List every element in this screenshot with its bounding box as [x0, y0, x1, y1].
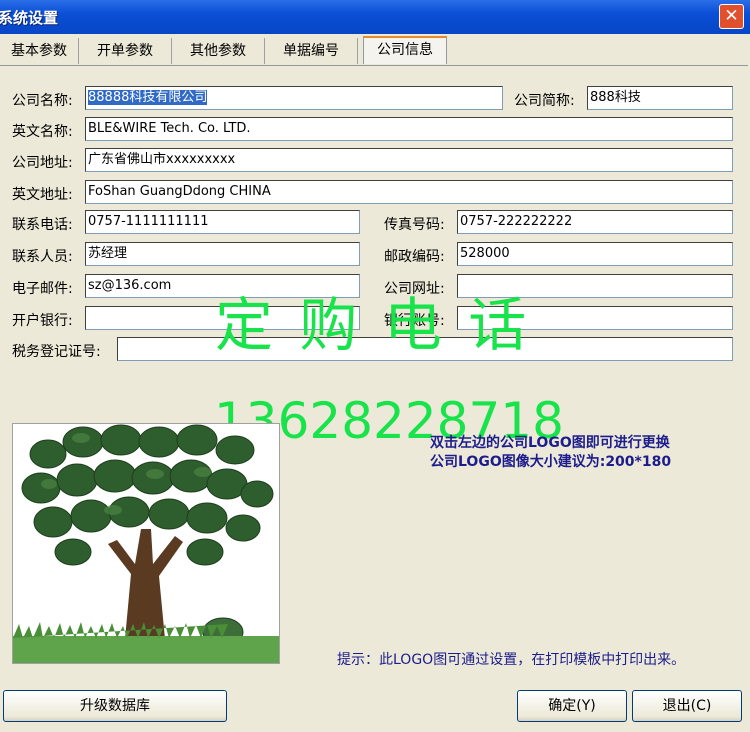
- close-button[interactable]: ✕: [719, 4, 744, 29]
- english-address-field[interactable]: FoShan GuangDdong CHINA: [85, 180, 733, 204]
- fax-label: 传真号码:: [384, 217, 445, 233]
- fax-field[interactable]: 0757-222222222: [457, 210, 733, 234]
- company-name-field[interactable]: 88888科技有限公司: [85, 86, 503, 110]
- postcode-label: 邮政编码:: [384, 249, 445, 265]
- tab-strip: 基本参数 开单参数 其他参数 单据编号 公司信息: [0, 36, 750, 66]
- tab-company-info[interactable]: 公司信息: [363, 36, 447, 64]
- email-label: 电子邮件:: [12, 281, 73, 297]
- postcode-field[interactable]: 528000: [457, 242, 733, 266]
- tab-basic-params[interactable]: 基本参数: [0, 38, 79, 64]
- company-address-field[interactable]: 广东省佛山市xxxxxxxxx: [85, 148, 733, 172]
- logo-print-tip: 提示：此LOGO图可通过设置，在打印模板中打印出来。: [337, 652, 686, 668]
- watermark-title: 定 购 电 话: [215, 291, 531, 359]
- company-abbr-field[interactable]: 888科技: [587, 86, 733, 110]
- ok-button[interactable]: 确定(Y): [517, 690, 627, 722]
- company-name-value: 88888科技有限公司: [88, 90, 208, 105]
- english-address-label: 英文地址:: [12, 187, 73, 203]
- logo-hint-line1: 双击左边的公司LOGO图即可进行更换: [430, 435, 670, 451]
- english-name-field[interactable]: BLE&WIRE Tech. Co. LTD.: [85, 117, 733, 141]
- tab-other-params[interactable]: 其他参数: [172, 38, 265, 64]
- company-name-label: 公司名称:: [12, 93, 73, 109]
- english-name-label: 英文名称:: [12, 124, 73, 140]
- tree-logo-icon: [13, 424, 279, 663]
- phone-field[interactable]: 0757-1111111111: [85, 210, 360, 234]
- contact-field[interactable]: 苏经理: [85, 242, 360, 266]
- company-abbr-label: 公司简称:: [514, 93, 575, 109]
- logo-hint-line2: 公司LOGO图像大小建议为:200*180: [430, 454, 672, 470]
- exit-button[interactable]: 退出(C): [632, 690, 742, 722]
- company-address-label: 公司地址:: [12, 155, 73, 171]
- tab-doc-numbering[interactable]: 单据编号: [265, 38, 358, 64]
- phone-label: 联系电话:: [12, 217, 73, 233]
- contact-label: 联系人员:: [12, 249, 73, 265]
- tax-id-label: 税务登记证号:: [12, 344, 101, 360]
- title-bar: 系统设置 ✕: [0, 0, 750, 34]
- upgrade-database-button[interactable]: 升级数据库: [3, 690, 227, 722]
- window-title: 系统设置: [0, 9, 59, 27]
- company-logo-image[interactable]: [12, 423, 280, 664]
- tab-order-params[interactable]: 开单参数: [79, 38, 172, 64]
- bank-label: 开户银行:: [12, 313, 73, 329]
